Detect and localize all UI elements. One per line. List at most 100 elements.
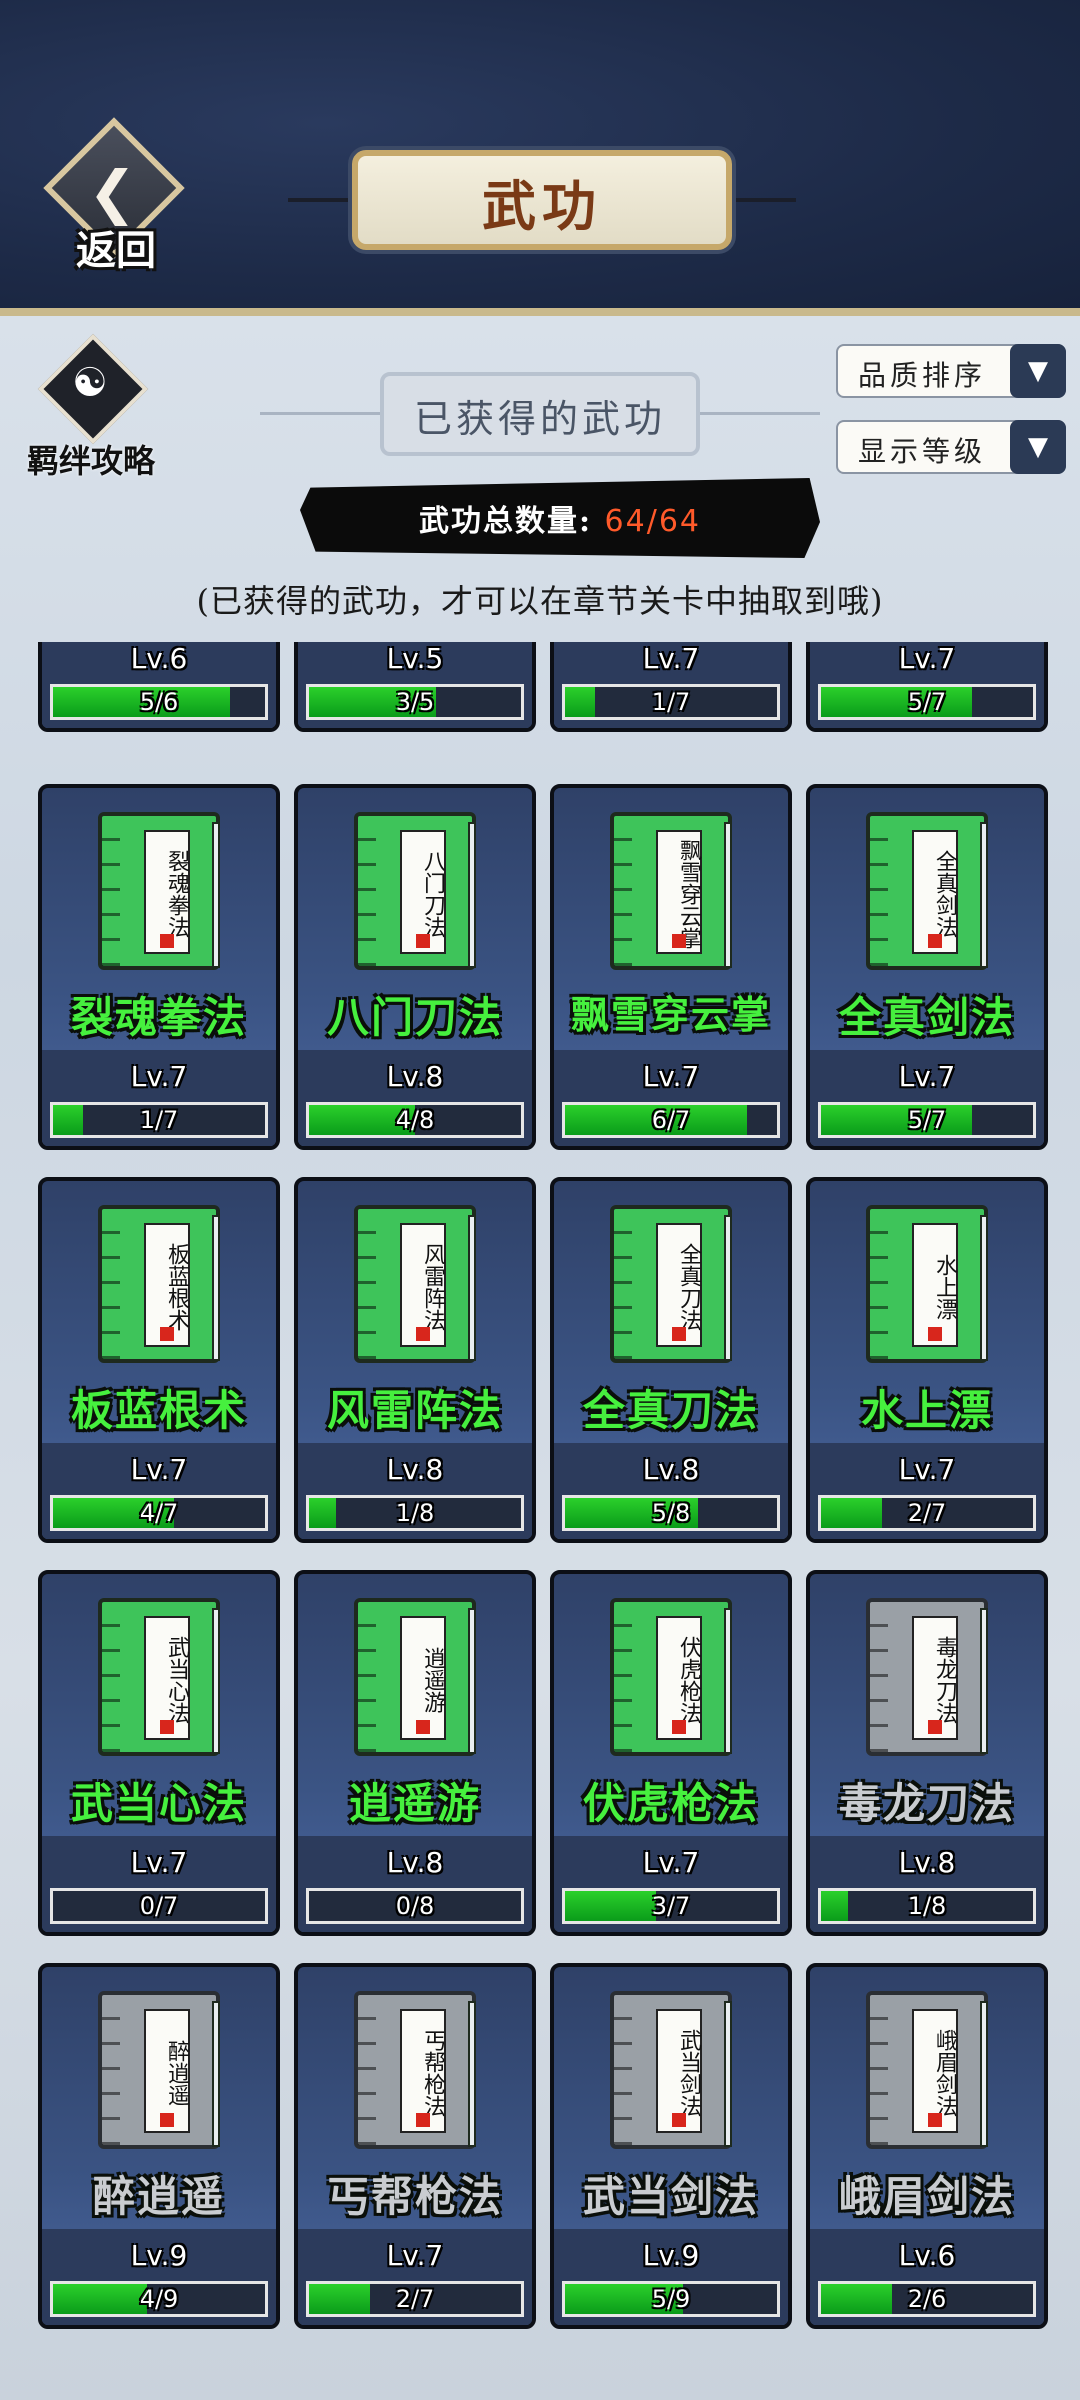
progress-text: 0/8 [395, 1892, 435, 1920]
skill-name: 武当剑法 [582, 2172, 759, 2221]
bond-guide-label: 羁绊攻略 [26, 442, 155, 480]
book-binding [614, 816, 632, 966]
red-seal-icon [160, 1327, 174, 1341]
progress-bar: 2/7 [818, 1495, 1036, 1531]
skill-book-icon: 醉逍遥 [98, 1991, 220, 2149]
skill-name: 水上漂 [860, 1386, 993, 1435]
skill-name: 伏虎枪法 [582, 1779, 759, 1828]
title-ornament-left [288, 198, 352, 202]
red-seal-icon [416, 1327, 430, 1341]
back-arrow-icon: ❮ [88, 158, 137, 226]
skill-name: 风雷阵法 [326, 1386, 503, 1435]
skill-card[interactable]: 八门刀法 八门刀法 Lv.8 4/8 [294, 784, 536, 1150]
section-line-left [260, 412, 380, 415]
skill-count: 武功总数量: 64/64 [300, 496, 820, 540]
book-binding [614, 1602, 632, 1752]
progress-text: 3/5 [395, 688, 435, 716]
skill-card[interactable]: 裂魂拳法 裂魂拳法 Lv.7 1/7 [38, 784, 280, 1150]
sort-quality-dropdown[interactable]: 品质排序 ▼ [836, 344, 1066, 398]
show-level-dropdown[interactable]: 显示等级 ▼ [836, 420, 1066, 474]
book-pages [212, 822, 220, 968]
skill-card[interactable]: Lv.7 1/7 [550, 642, 792, 732]
skill-level: Lv.7 [642, 1060, 700, 1093]
skill-level: Lv.8 [898, 1846, 956, 1879]
skill-card[interactable]: 水上漂 水上漂 Lv.7 2/7 [806, 1177, 1048, 1543]
skill-card[interactable]: 峨眉剑法 峨眉剑法 Lv.6 2/6 [806, 1963, 1048, 2329]
progress-text: 4/9 [139, 2285, 179, 2313]
skill-card[interactable]: 毒龙刀法 毒龙刀法 Lv.8 1/8 [806, 1570, 1048, 1936]
skill-book-icon: 全真剑法 [866, 812, 988, 970]
book-binding [358, 1209, 376, 1359]
progress-text: 1/7 [651, 688, 691, 716]
skill-card[interactable]: 伏虎枪法 伏虎枪法 Lv.7 3/7 [550, 1570, 792, 1936]
progress-text: 5/7 [907, 688, 947, 716]
skill-card[interactable]: Lv.5 3/5 [294, 642, 536, 732]
skill-book-icon: 逍遥游 [354, 1598, 476, 1756]
skill-name: 武当心法 [70, 1779, 247, 1828]
book-pages [468, 1215, 476, 1361]
red-seal-icon [416, 934, 430, 948]
skill-name: 飘雪穿云掌 [570, 992, 771, 1037]
skill-card[interactable]: 风雷阵法 风雷阵法 Lv.8 1/8 [294, 1177, 536, 1543]
book-pages [468, 2001, 476, 2147]
section-title: 已获得的武功 [413, 397, 666, 441]
progress-bar: 2/6 [818, 2281, 1036, 2317]
progress-text: 4/7 [139, 1499, 179, 1527]
skill-level: Lv.7 [642, 642, 700, 675]
skill-level: Lv.6 [898, 2239, 956, 2272]
skill-name: 丐帮枪法 [326, 2172, 503, 2221]
title-ornament-right [732, 198, 796, 202]
skill-book-icon: 毒龙刀法 [866, 1598, 988, 1756]
book-binding [102, 1602, 120, 1752]
book-binding [102, 1209, 120, 1359]
skill-card[interactable]: 武当剑法 武当剑法 Lv.9 5/9 [550, 1963, 792, 2329]
skill-card[interactable]: Lv.7 5/7 [806, 642, 1048, 732]
progress-text: 1/8 [907, 1892, 947, 1920]
skill-card[interactable]: 武当心法 武当心法 Lv.7 0/7 [38, 1570, 280, 1936]
progress-bar: 5/7 [818, 1102, 1036, 1138]
skill-grid[interactable]: Lv.6 5/6 Lv.5 3/5 Lv.7 1/7 Lv.7 5/7 裂魂拳法 裂魂拳法 Lv.7… [0, 642, 1080, 2342]
chevron-down-icon[interactable]: ▼ [1010, 344, 1066, 398]
skill-name: 醉逍遥 [92, 2172, 225, 2221]
progress-text: 3/7 [651, 1892, 691, 1920]
progress-bar: 2/7 [306, 2281, 524, 2317]
red-seal-icon [672, 2113, 686, 2127]
bond-guide-button[interactable]: ☯ 羁绊攻略 [16, 333, 166, 480]
meditation-figure-icon: ☯ [72, 360, 108, 406]
skill-card[interactable]: 板蓝根术 板蓝根术 Lv.7 4/7 [38, 1177, 280, 1543]
skill-book-icon: 丐帮枪法 [354, 1991, 476, 2149]
progress-bar: 4/8 [306, 1102, 524, 1138]
progress-text: 6/7 [651, 1106, 691, 1134]
skill-card[interactable]: 醉逍遥 醉逍遥 Lv.9 4/9 [38, 1963, 280, 2329]
skill-book-icon: 武当心法 [98, 1598, 220, 1756]
skill-level: Lv.5 [386, 642, 444, 675]
progress-text: 1/7 [139, 1106, 179, 1134]
progress-bar: 3/7 [562, 1888, 780, 1924]
skill-name: 毒龙刀法 [838, 1779, 1015, 1828]
skill-card[interactable]: 全真剑法 全真剑法 Lv.7 5/7 [806, 784, 1048, 1150]
red-seal-icon [672, 1720, 686, 1734]
skill-card[interactable]: Lv.6 5/6 [38, 642, 280, 732]
chevron-down-icon[interactable]: ▼ [1010, 420, 1066, 474]
skill-level: Lv.7 [130, 1060, 188, 1093]
red-seal-icon [160, 1720, 174, 1734]
progress-text: 1/8 [395, 1499, 435, 1527]
book-binding [870, 1602, 888, 1752]
red-seal-icon [928, 1720, 942, 1734]
progress-bar: 4/7 [50, 1495, 268, 1531]
hint-text: (已获得的武功，才可以在章节关卡中抽取到哦) [196, 582, 884, 620]
skill-level: Lv.7 [898, 1453, 956, 1486]
book-binding [870, 816, 888, 966]
progress-text: 5/9 [651, 2285, 691, 2313]
back-button[interactable]: ❮ 返回 [43, 117, 186, 274]
progress-bar: 1/7 [50, 1102, 268, 1138]
skill-name: 八门刀法 [326, 993, 503, 1042]
book-pages [468, 822, 476, 968]
skill-card[interactable]: 逍遥游 逍遥游 Lv.8 0/8 [294, 1570, 536, 1936]
progress-bar: 5/8 [562, 1495, 780, 1531]
skill-card[interactable]: 飘雪穿云掌 飘雪穿云掌 Lv.7 6/7 [550, 784, 792, 1150]
red-seal-icon [928, 1327, 942, 1341]
book-binding [358, 1602, 376, 1752]
skill-card[interactable]: 全真刀法 全真刀法 Lv.8 5/8 [550, 1177, 792, 1543]
skill-card[interactable]: 丐帮枪法 丐帮枪法 Lv.7 2/7 [294, 1963, 536, 2329]
